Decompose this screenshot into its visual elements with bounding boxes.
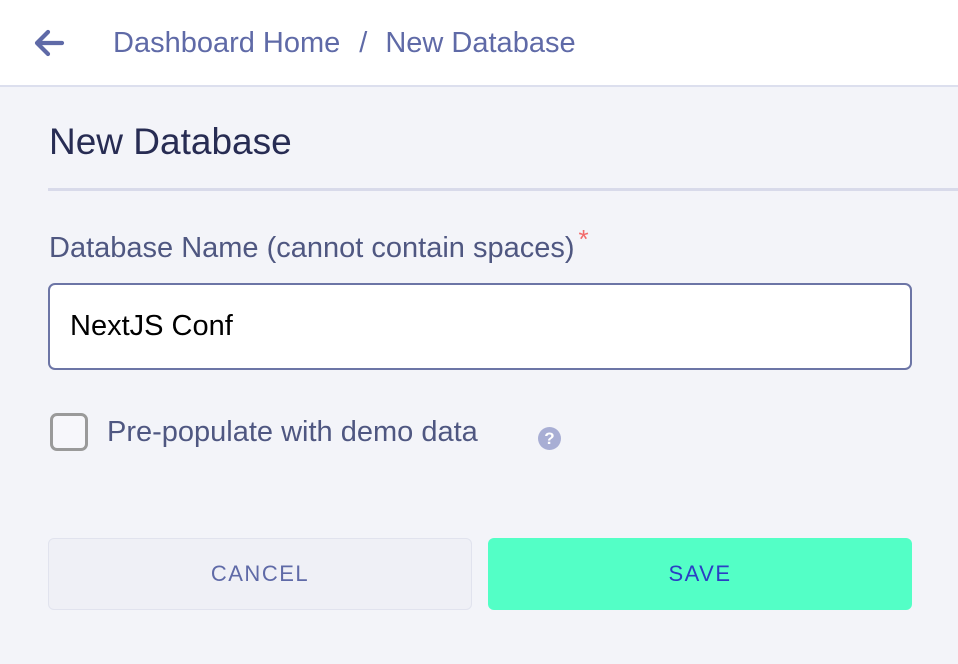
page-title: New Database <box>49 121 292 162</box>
top-bar: Dashboard Home / New Database <box>0 0 958 87</box>
database-name-label-text: Database Name (cannot contain spaces) <box>49 232 575 264</box>
required-marker: * <box>578 224 589 254</box>
cancel-button[interactable]: CANCEL <box>48 538 472 610</box>
breadcrumb-dashboard-home-link[interactable]: Dashboard Home <box>113 27 340 60</box>
back-button[interactable] <box>30 24 68 62</box>
demo-data-checkbox[interactable] <box>50 413 88 451</box>
title-divider <box>48 188 958 191</box>
breadcrumb-current: New Database <box>385 26 576 59</box>
question-circle-icon[interactable]: ? <box>538 427 561 450</box>
breadcrumb-separator: / <box>359 26 368 59</box>
breadcrumb: Dashboard Home / New Database <box>113 25 576 61</box>
demo-data-checkbox-label[interactable]: Pre-populate with demo data <box>107 416 478 449</box>
save-button[interactable]: SAVE <box>488 538 912 610</box>
database-name-input[interactable] <box>48 283 912 370</box>
database-name-label: Database Name (cannot contain spaces) * <box>49 224 589 265</box>
arrow-left-icon <box>34 29 65 57</box>
